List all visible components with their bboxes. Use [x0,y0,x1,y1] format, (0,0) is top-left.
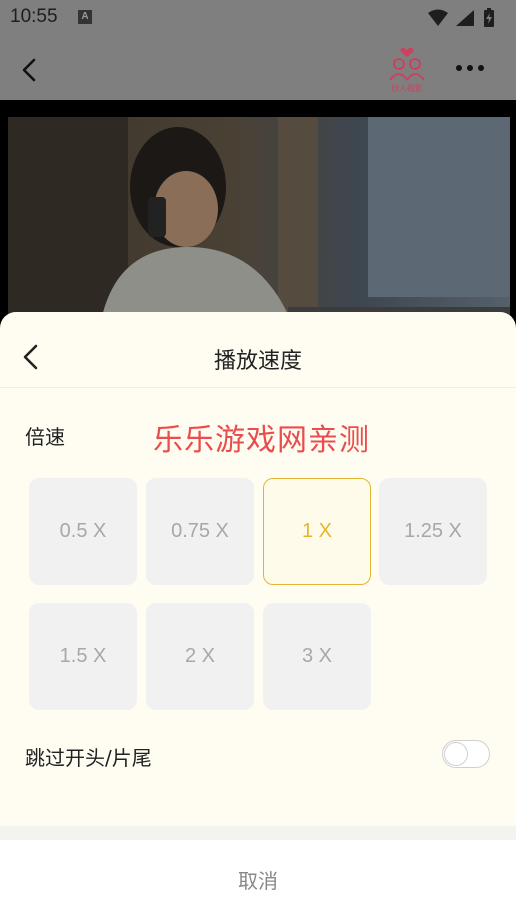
speed-option-1x[interactable]: 1 X [263,478,371,585]
more-icon[interactable] [452,58,492,78]
wifi-icon [428,9,448,26]
video-frame[interactable] [8,117,510,340]
battery-charging-icon [484,8,494,27]
status-bar: 10:55 A [0,0,516,36]
toggle-knob [444,742,468,766]
status-time: 10:55 [10,6,58,27]
notification-badge: A [78,10,92,24]
app-logo: 妙人视影 [389,47,425,93]
signal-icon [456,10,474,26]
speed-option-0.75x[interactable]: 0.75 X [146,478,254,585]
sheet-divider [0,826,516,840]
back-icon[interactable] [14,54,46,86]
speed-option-0.5x[interactable]: 0.5 X [29,478,137,585]
cancel-button[interactable]: 取消 [0,840,516,919]
logo-text: 妙人视影 [391,83,423,93]
speed-option-3x[interactable]: 3 X [263,603,371,710]
speed-option-1.5x[interactable]: 1.5 X [29,603,137,710]
watermark-text: 乐乐游戏网亲测 [153,423,370,458]
sheet-header: 播放速度 [0,312,516,388]
skip-intro-outro-toggle[interactable] [442,740,490,768]
speed-option-2x[interactable]: 2 X [146,603,254,710]
app-header: 妙人视影 [0,36,516,100]
speed-label: 倍速 [25,425,65,449]
playback-speed-sheet: 播放速度 倍速 乐乐游戏网亲测 0.5 X 0.75 X 1 X 1.25 X … [0,312,516,919]
status-icons [428,8,494,27]
sheet-title: 播放速度 [213,349,302,374]
skip-intro-outro-label: 跳过开头/片尾 [25,746,152,770]
video-scene [8,117,510,340]
speed-option-1.25x[interactable]: 1.25 X [379,478,487,585]
